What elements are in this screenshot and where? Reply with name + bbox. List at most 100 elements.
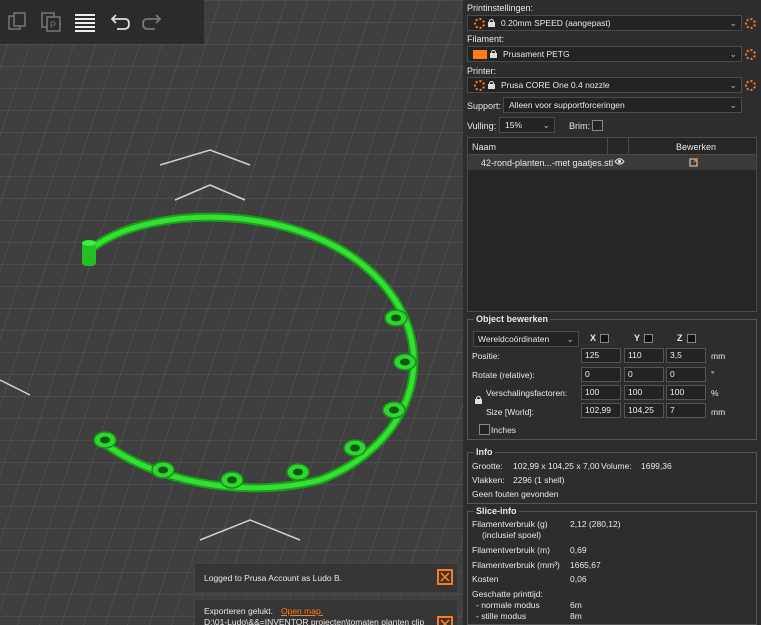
slice-info-title: Slice-info bbox=[474, 506, 519, 516]
open-folder-link[interactable]: Open map. bbox=[281, 606, 323, 616]
redo-icon[interactable] bbox=[136, 5, 170, 39]
chevron-down-icon: ⌄ bbox=[729, 80, 737, 90]
object-list-header: Naam Bewerken bbox=[468, 138, 756, 155]
copy-icon[interactable] bbox=[0, 5, 34, 39]
scale-x-field[interactable]: 100 bbox=[581, 385, 621, 400]
info-facets-value: 2296 (1 shell) bbox=[513, 475, 565, 485]
lock-icon bbox=[488, 19, 495, 27]
object-edit-title: Object bewerken bbox=[474, 314, 551, 324]
support-value: Alleen voor supportforceringen bbox=[509, 100, 625, 110]
position-x-field[interactable]: 125 bbox=[581, 348, 621, 363]
chevron-down-icon: ⌄ bbox=[729, 18, 737, 28]
paste-icon[interactable]: P bbox=[34, 5, 68, 39]
filament-select[interactable]: Prusament PETG ⌄ bbox=[467, 46, 742, 62]
lock-icon[interactable] bbox=[475, 396, 482, 406]
axis-z-header: Z bbox=[677, 333, 696, 344]
position-label: Positie: bbox=[472, 351, 500, 361]
info-title: Info bbox=[474, 447, 495, 457]
inches-label: Inches bbox=[491, 425, 517, 435]
slice-info-value: 0,06 bbox=[570, 574, 587, 584]
filament-value: Prusament PETG bbox=[503, 49, 570, 59]
print-settings-label: Printinstellingen: bbox=[467, 3, 534, 13]
position-y-field[interactable]: 110 bbox=[624, 348, 664, 363]
scale-z-field[interactable]: 100 bbox=[666, 385, 706, 400]
slice-info-label: - normale modus bbox=[476, 600, 540, 610]
slice-info-section: Slice-info Filamentverbruik (g) 2,12 (28… bbox=[467, 506, 757, 625]
gear-icon[interactable] bbox=[745, 80, 756, 91]
rotate-z-field[interactable]: 0 bbox=[666, 367, 706, 382]
info-errors: Geen fouten gevonden bbox=[472, 489, 559, 499]
size-x-field[interactable]: 102,99 bbox=[581, 403, 621, 418]
slice-info-label: Kosten bbox=[472, 574, 499, 584]
rotate-label: Rotate (relative): bbox=[472, 370, 535, 380]
slice-info-value: 0,69 bbox=[570, 545, 587, 555]
size-label: Size [World]: bbox=[486, 407, 535, 417]
login-message: Logged to Prusa Account as Ludo B. bbox=[204, 573, 342, 583]
support-select[interactable]: Alleen voor supportforceringen ⌄ bbox=[503, 97, 742, 113]
gear-icon[interactable] bbox=[745, 49, 756, 60]
close-icon[interactable] bbox=[437, 616, 453, 625]
infill-value: 15% bbox=[505, 120, 523, 130]
position-z-field[interactable]: 3,5 bbox=[666, 348, 706, 363]
slice-info-value: 1665,67 bbox=[570, 560, 601, 570]
rotate-unit: ° bbox=[711, 369, 715, 379]
info-section: Info Grootte: 102,99 x 104,25 x 7,00 Vol… bbox=[467, 447, 757, 504]
undo-icon[interactable] bbox=[102, 5, 136, 39]
gear-icon[interactable] bbox=[745, 18, 756, 29]
chevron-down-icon: ⌄ bbox=[542, 120, 550, 130]
gear-icon bbox=[474, 79, 485, 91]
print-settings-value: 0.20mm SPEED (aangepast) bbox=[501, 18, 611, 28]
eye-icon[interactable] bbox=[614, 157, 625, 168]
print-settings-select[interactable]: 0.20mm SPEED (aangepast) ⌄ bbox=[467, 15, 742, 31]
export-status: Exporteren gelukt. bbox=[204, 606, 273, 616]
slice-info-value: 6m bbox=[570, 600, 582, 610]
support-label: Support: bbox=[467, 101, 502, 111]
size-z-field[interactable]: 7 bbox=[666, 403, 706, 418]
slice-info-value: 2,12 (280,12) bbox=[570, 519, 621, 529]
chevron-down-icon: ⌄ bbox=[566, 334, 574, 344]
column-name[interactable]: Naam bbox=[472, 142, 496, 152]
column-edit[interactable]: Bewerken bbox=[676, 142, 716, 152]
coordinate-mode-value: Wereldcoördinaten bbox=[478, 334, 550, 344]
scale-y-field[interactable]: 100 bbox=[624, 385, 664, 400]
export-path: D:\01-Ludo\&&=INVENTOR projecten\tomaten… bbox=[204, 617, 425, 625]
printer-select[interactable]: Prusa CORE One 0.4 nozzle ⌄ bbox=[467, 77, 742, 93]
size-unit: mm bbox=[711, 407, 726, 417]
export-notification: Exporteren gelukt. Open map. D:\01-Ludo\&… bbox=[194, 599, 458, 625]
lock-icon bbox=[488, 81, 495, 89]
printer-label: Printer: bbox=[467, 66, 497, 76]
scale-unit: % bbox=[711, 388, 719, 398]
rotate-x-field[interactable]: 0 bbox=[581, 367, 621, 382]
brim-checkbox[interactable] bbox=[592, 120, 603, 131]
rotate-y-field[interactable]: 0 bbox=[624, 367, 664, 382]
object-edit-section: Object bewerken Wereldcoördinaten ⌄ X Y … bbox=[467, 314, 757, 440]
slice-info-label: Filamentverbruik (mm³) bbox=[472, 560, 560, 570]
brim-label: Brim: bbox=[569, 121, 590, 131]
info-size-value: 102,99 x 104,25 x 7,00 bbox=[513, 461, 600, 471]
infill-select[interactable]: 15% ⌄ bbox=[499, 117, 555, 133]
object-list: Naam Bewerken 42-rond-planten...-met gaa… bbox=[467, 137, 757, 312]
slice-info-label: Filamentverbruik (g) bbox=[472, 519, 548, 529]
coordinate-mode-select[interactable]: Wereldcoördinaten ⌄ bbox=[473, 331, 579, 347]
size-y-field[interactable]: 104,25 bbox=[624, 403, 664, 418]
filament-label: Filament: bbox=[467, 34, 505, 44]
slice-info-label: Geschatte printtijd: bbox=[472, 589, 543, 599]
slice-info-label: (inclusief spoel) bbox=[482, 530, 542, 540]
build-plate-scene[interactable] bbox=[0, 0, 463, 625]
info-volume-label: Volume: bbox=[601, 461, 632, 471]
close-icon[interactable] bbox=[437, 569, 453, 585]
edit-object-icon[interactable] bbox=[689, 157, 699, 169]
filament-color-swatch bbox=[473, 49, 487, 59]
printer-value: Prusa CORE One 0.4 nozzle bbox=[501, 80, 610, 90]
list-item[interactable]: 42-rond-planten...-met gaatjes.stl bbox=[468, 155, 756, 170]
3d-viewport[interactable]: P Logged to Prusa Account as Ludo B. Exp… bbox=[0, 0, 463, 625]
gear-icon bbox=[474, 17, 485, 29]
object-name: 42-rond-planten...-met gaatjes.stl bbox=[481, 158, 614, 168]
slice-info-label: - stille modus bbox=[476, 611, 527, 621]
chevron-down-icon: ⌄ bbox=[729, 49, 737, 59]
login-notification: Logged to Prusa Account as Ludo B. bbox=[194, 563, 458, 593]
inches-checkbox[interactable] bbox=[479, 424, 490, 435]
chevron-down-icon: ⌄ bbox=[729, 100, 737, 110]
layers-icon[interactable] bbox=[68, 5, 102, 39]
lock-icon bbox=[490, 50, 497, 58]
